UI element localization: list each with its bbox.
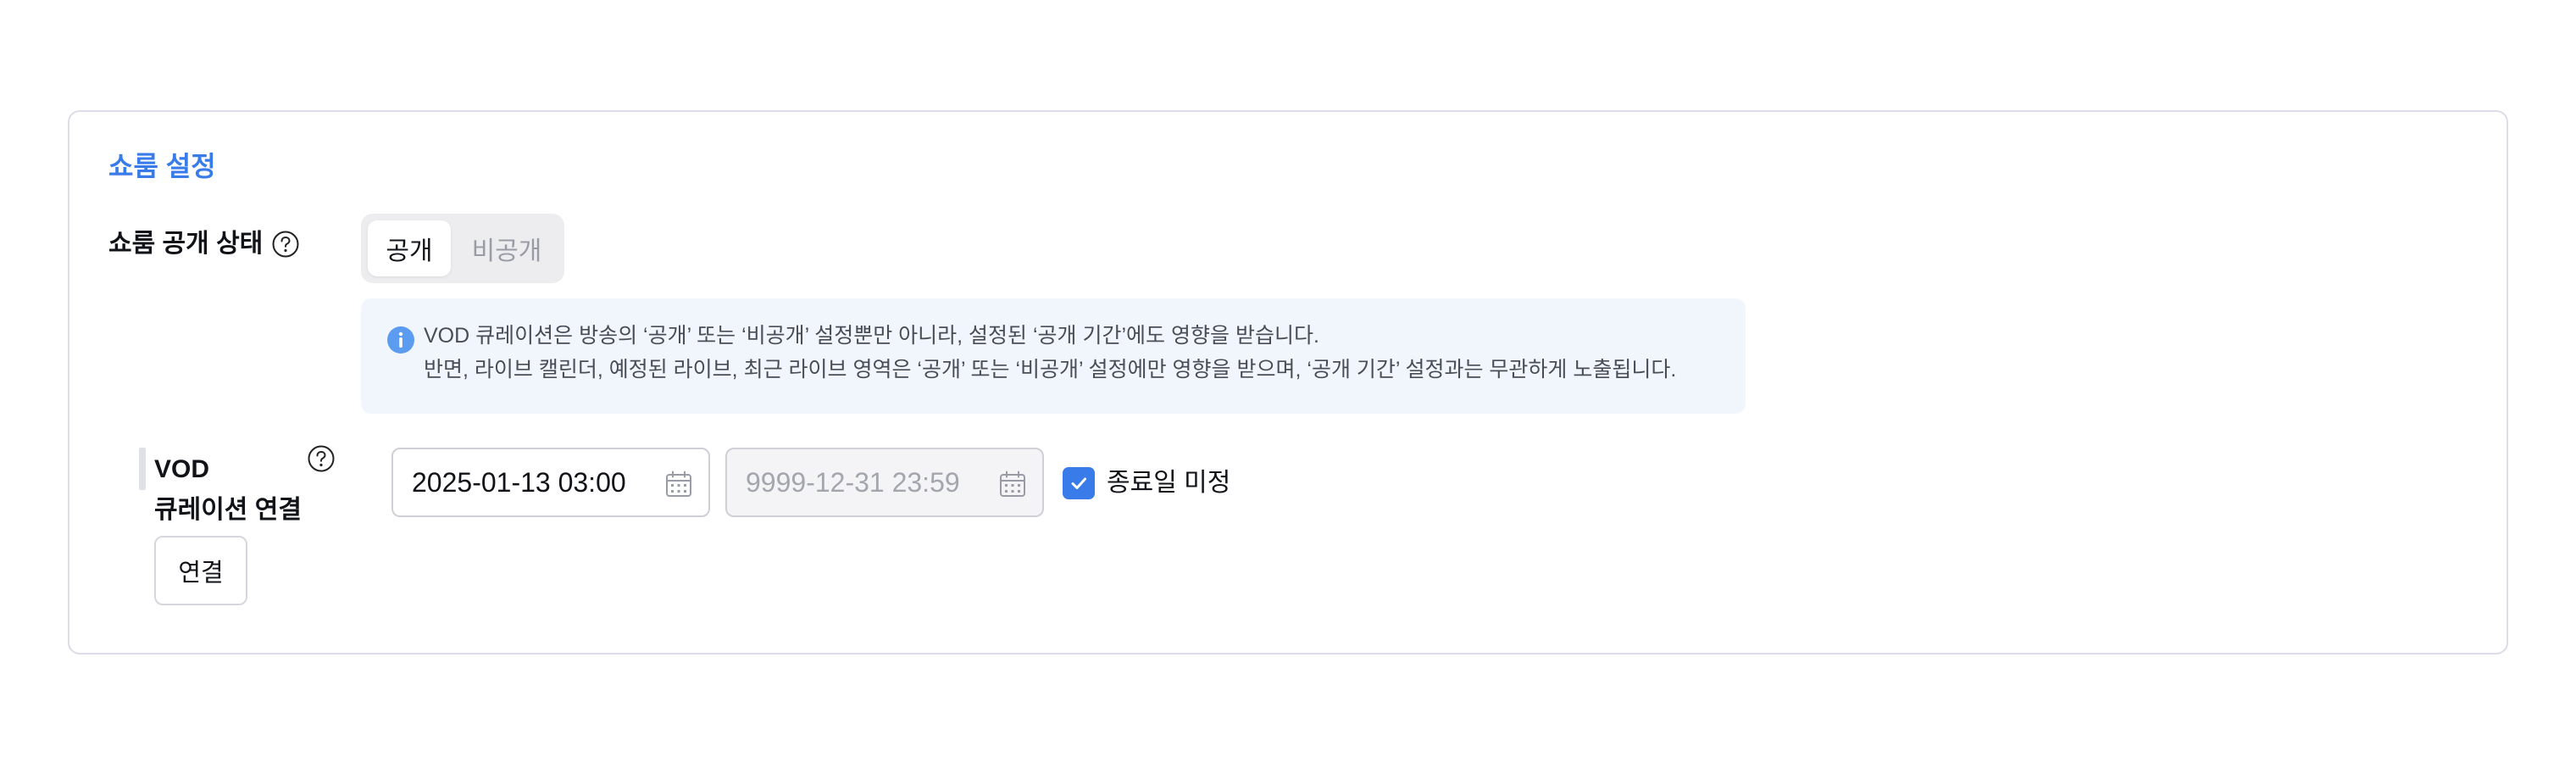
start-date-value: 2025-01-13 03:00 <box>412 466 626 498</box>
end-date-input[interactable]: 9999-12-31 23:59 <box>725 448 1044 517</box>
calendar-icon[interactable] <box>998 470 1027 498</box>
visibility-option-public[interactable]: 공개 <box>368 220 451 276</box>
visibility-option-private[interactable]: 비공개 <box>456 220 558 276</box>
connect-button[interactable]: 연결 <box>154 536 247 605</box>
check-icon <box>1071 477 1086 489</box>
no-end-date-checkbox[interactable] <box>1063 467 1095 499</box>
calendar-icon[interactable] <box>664 470 693 498</box>
no-end-date-label: 종료일 미정 <box>1107 469 1231 497</box>
showroom-settings-card: 쇼룸 설정 쇼룸 공개 상태 공개 비공개 VOD 큐레이션은 방송의 ‘공개’… <box>68 110 2508 654</box>
visibility-row-label: 쇼룸 공개 상태 <box>108 227 300 261</box>
vod-label-line-1: VOD <box>154 455 210 483</box>
vod-indent-bar <box>139 448 146 490</box>
help-icon[interactable] <box>271 230 300 259</box>
vod-curation-label: VOD 큐레이션 연결 <box>154 449 302 531</box>
visibility-toggle: 공개 비공개 <box>361 214 564 283</box>
start-date-input[interactable]: 2025-01-13 03:00 <box>391 448 710 517</box>
visibility-label: 쇼룸 공개 상태 <box>108 230 264 258</box>
vod-label-line-2: 큐레이션 연결 <box>154 496 302 524</box>
info-notice: VOD 큐레이션은 방송의 ‘공개’ 또는 ‘비공개’ 설정뿐만 아니라, 설정… <box>361 298 1746 414</box>
help-icon[interactable] <box>307 444 336 473</box>
section-title: 쇼룸 설정 <box>108 151 216 181</box>
no-end-date-checkbox-row[interactable]: 종료일 미정 <box>1063 466 1230 500</box>
notice-line-1: VOD 큐레이션은 방송의 ‘공개’ 또는 ‘비공개’ 설정뿐만 아니라, 설정… <box>424 324 1319 348</box>
end-date-placeholder: 9999-12-31 23:59 <box>746 466 960 498</box>
info-icon <box>387 326 414 354</box>
notice-line-2: 반면, 라이브 캘린더, 예정된 라이브, 최근 라이브 영역은 ‘공개’ 또는… <box>424 358 1677 382</box>
